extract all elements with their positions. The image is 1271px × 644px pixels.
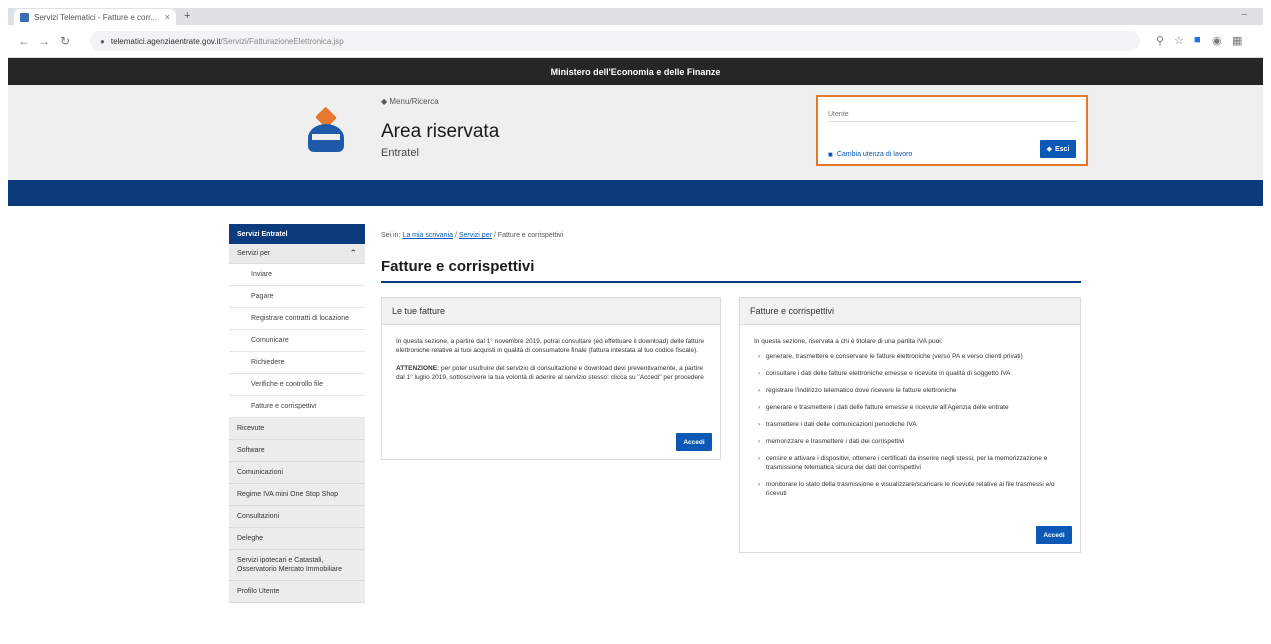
sidebar-group-servizi-per[interactable]: Servizi per ⌃ xyxy=(229,244,365,264)
forward-icon[interactable]: → xyxy=(38,34,50,48)
sidebar-subitem[interactable]: Verifiche e controllo file xyxy=(229,374,365,396)
area-subtitle: Entratel xyxy=(381,147,419,159)
warning-label: ATTENZIONE: xyxy=(396,365,440,372)
breadcrumb-prefix: Sei in: xyxy=(381,232,401,239)
breadcrumb-current: Fatture e corrispettivi xyxy=(497,232,564,239)
panel-body: In questa sezione, a partire dal 1° nove… xyxy=(382,325,720,403)
sidebar-item[interactable]: Servizi ipotecari e Catastali, Osservato… xyxy=(229,550,365,581)
sidebar-subitem[interactable]: Comunicare xyxy=(229,330,365,352)
favicon-icon xyxy=(20,12,29,22)
breadcrumb-link-scrivania[interactable]: La mia scrivania xyxy=(402,232,453,239)
sidebar-subitem[interactable]: Registrare contratti di locazione xyxy=(229,308,365,330)
url-path: /Servizi/FatturazioneElettronica.jsp xyxy=(220,36,344,46)
zoom-icon[interactable]: ⚲ xyxy=(1156,34,1164,47)
panel-le-tue-fatture: Le tue fatture In questa sezione, a part… xyxy=(381,297,721,460)
sidebar-subitem[interactable]: Richiedere xyxy=(229,352,365,374)
menu-icon[interactable]: ▦ xyxy=(1232,34,1242,47)
site-header: ◆ Menu/Ricerca Area riservata Entratel U… xyxy=(8,85,1263,180)
panel-paragraph-warning: ATTENZIONE: per poter usufruire del serv… xyxy=(396,364,706,382)
sidebar-item[interactable]: Deleghe xyxy=(229,528,365,550)
list-item: monitorare lo stato della trasmissione e… xyxy=(758,480,1066,498)
sidebar-item[interactable]: Comunicazioni xyxy=(229,462,365,484)
user-icon: ■ xyxy=(828,150,833,159)
sidebar-subitem[interactable]: Inviare xyxy=(229,264,365,286)
list-item: registrare l'indirizzo telematico dove r… xyxy=(758,386,1066,395)
accedi-button-left[interactable]: Accedi xyxy=(676,433,712,451)
agenzia-logo-icon[interactable] xyxy=(306,106,346,154)
ministry-label: Ministero dell'Economia e delle Finanze xyxy=(550,66,721,77)
list-item: generare, trasmettere e conservare le fa… xyxy=(758,352,1066,361)
tab-close-icon[interactable]: × xyxy=(165,12,170,22)
sidebar-subitem[interactable]: Pagare xyxy=(229,286,365,308)
menu-search-link[interactable]: ◆ Menu/Ricerca xyxy=(381,97,439,106)
user-label: Utente xyxy=(828,111,849,118)
title-divider xyxy=(381,281,1081,283)
panel-body: In questa sezione, riservata a chi è tit… xyxy=(740,325,1080,518)
page-title: Fatture e corrispettivi xyxy=(381,258,535,275)
url-host: telematici.agenziaentrate.gov.it xyxy=(110,36,221,46)
sidebar-item[interactable]: Ricevute xyxy=(229,418,365,440)
star-icon[interactable]: ☆ xyxy=(1174,34,1184,47)
reload-icon[interactable]: ↻ xyxy=(60,34,70,48)
extension-icon[interactable]: ■ xyxy=(1194,34,1201,46)
sidebar-item[interactable]: Software xyxy=(229,440,365,462)
warning-text: per poter usufruire del servizio di cons… xyxy=(396,365,704,381)
lock-icon: ● xyxy=(100,36,105,46)
sidebar-item[interactable]: Profilo Utente xyxy=(229,581,365,603)
panel-fatture-corrispettivi: Fatture e corrispettivi In questa sezion… xyxy=(739,297,1081,553)
header-bottom-bar xyxy=(8,180,1263,206)
sidebar-subitem-active[interactable]: Fatture e corrispettivi xyxy=(229,396,365,418)
tab-title: Servizi Telematici - Fatture e corr... xyxy=(34,12,157,22)
panel-title: Le tue fatture xyxy=(382,298,720,325)
new-tab-icon[interactable]: + xyxy=(184,10,190,22)
breadcrumb-separator: / xyxy=(454,232,457,239)
feature-list: generare, trasmettere e conservare le fa… xyxy=(754,352,1066,498)
chevron-up-icon: ⌃ xyxy=(349,248,357,258)
change-user-link[interactable]: ■ Cambia utenza di lavoro xyxy=(828,150,912,159)
browser-toolbar: ← → ↻ ● telematici.agenziaentrate.gov.it… xyxy=(8,25,1263,58)
user-divider xyxy=(828,121,1078,122)
list-item: memorizzare e trasmettere i dati dei cor… xyxy=(758,437,1066,446)
user-box: Utente ■ Cambia utenza di lavoro ◆ Esci xyxy=(816,95,1088,166)
panel-intro: In questa sezione, riservata a chi è tit… xyxy=(754,338,943,345)
profile-icon[interactable]: ◉ xyxy=(1212,34,1222,47)
breadcrumb-separator: / xyxy=(493,232,496,239)
panel-title: Fatture e corrispettivi xyxy=(740,298,1080,325)
accedi-button-right[interactable]: Accedi xyxy=(1036,526,1072,544)
browser-tab-bar: Servizi Telematici - Fatture e corr... ×… xyxy=(8,8,1263,25)
exit-button[interactable]: ◆ Esci xyxy=(1040,140,1076,158)
sidebar-heading[interactable]: Servizi Entratel xyxy=(229,224,365,244)
exit-label: Esci xyxy=(1054,145,1070,153)
breadcrumb-link-servizi[interactable]: Servizi per xyxy=(459,232,492,239)
browser-tab[interactable]: Servizi Telematici - Fatture e corr... × xyxy=(14,9,176,25)
window-minimize-icon[interactable]: – xyxy=(1241,9,1247,20)
ministry-bar: Ministero dell'Economia e delle Finanze xyxy=(8,58,1263,85)
address-bar[interactable]: ● telematici.agenziaentrate.gov.it /Serv… xyxy=(90,31,1140,51)
sidebar-item[interactable]: Regime IVA mini One Stop Shop xyxy=(229,484,365,506)
area-title: Area riservata xyxy=(381,121,500,142)
sidebar-item[interactable]: Consultazioni xyxy=(229,506,365,528)
list-item: censire e attivare i dispositivi, ottene… xyxy=(758,454,1066,472)
exit-icon: ◆ xyxy=(1046,146,1052,153)
sidebar: Servizi Entratel Servizi per ⌃ Inviare P… xyxy=(229,224,365,603)
back-icon[interactable]: ← xyxy=(18,34,30,48)
list-item: generare e trasmettere i dati delle fatt… xyxy=(758,403,1066,412)
sidebar-group-label: Servizi per xyxy=(237,250,271,257)
list-item: consultare i dati delle fatture elettron… xyxy=(758,369,1066,378)
panel-paragraph: In questa sezione, a partire dal 1° nove… xyxy=(396,338,705,354)
list-item: trasmettere i dati delle comunicazioni p… xyxy=(758,420,1066,429)
change-user-label: Cambia utenza di lavoro xyxy=(836,151,913,158)
breadcrumb: Sei in: La mia scrivania / Servizi per /… xyxy=(381,232,563,239)
